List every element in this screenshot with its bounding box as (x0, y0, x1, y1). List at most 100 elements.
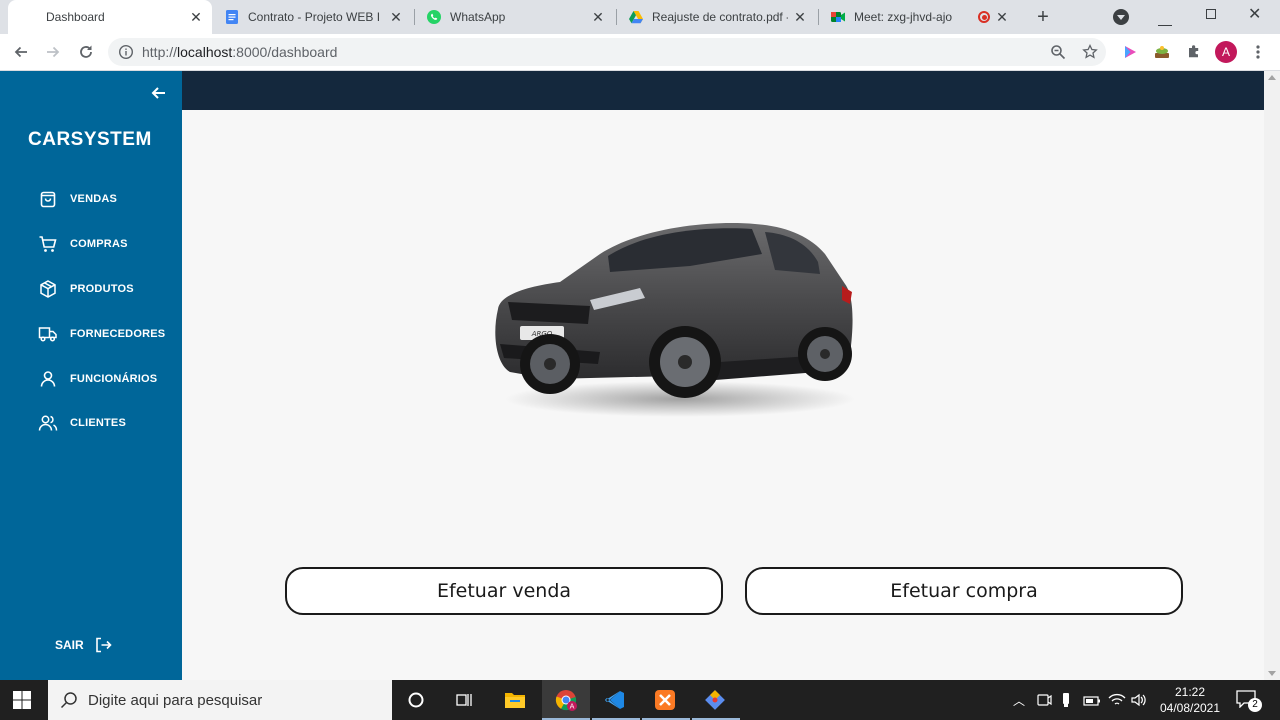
tab-separator (414, 9, 415, 25)
new-tab-button[interactable]: + (1033, 7, 1053, 27)
wifi-icon[interactable] (1108, 692, 1126, 708)
app-header-bar (182, 71, 1264, 110)
browser-toolbar: http://localhost:8000/dashboard A (0, 34, 1280, 71)
user-icon (40, 371, 56, 387)
search-icon (60, 692, 77, 709)
task-view-icon (456, 694, 472, 706)
sidebar-item-produtos[interactable]: PRODUTOS (38, 278, 134, 300)
window-close-button[interactable]: ✕ (1248, 4, 1261, 24)
close-icon[interactable]: ✕ (792, 9, 808, 25)
battery-icon[interactable] (1083, 692, 1101, 708)
cortana-button[interactable] (402, 686, 430, 714)
sidebar-item-label: PRODUTOS (70, 283, 134, 295)
shopping-cart-icon (39, 236, 57, 252)
address-bar[interactable]: http://localhost:8000/dashboard (108, 38, 1106, 66)
sidebar-item-compras[interactable]: COMPRAS (38, 233, 128, 255)
close-icon[interactable]: ✕ (590, 9, 606, 25)
close-icon[interactable]: ✕ (388, 9, 404, 25)
gitkraken-taskbar-button[interactable] (701, 686, 729, 714)
chrome-taskbar-button[interactable]: A (552, 686, 580, 714)
sidebar-item-clientes[interactable]: CLIENTES (38, 412, 126, 434)
tab-whatsapp[interactable]: WhatsApp ✕ (416, 0, 614, 34)
sidebar-item-funcionarios[interactable]: FUNCIONÁRIOS (38, 368, 157, 390)
sidebar-item-label: COMPRAS (70, 238, 128, 250)
google-docs-icon (226, 10, 238, 24)
sidebar-item-vendas[interactable]: VENDAS (38, 188, 117, 210)
users-icon (38, 415, 58, 431)
truck-icon (38, 327, 57, 342)
minimize-button[interactable] (1158, 6, 1172, 26)
usb-drive-icon[interactable] (1060, 692, 1072, 708)
page-scrollbar[interactable] (1264, 71, 1280, 680)
taskbar-search-placeholder: Digite aqui para pesquisar (88, 691, 263, 709)
folder-icon (505, 693, 525, 708)
back-button[interactable] (9, 40, 33, 64)
sell-button[interactable]: Efetuar venda (285, 567, 723, 615)
clock-date: 04/08/2021 (1159, 701, 1221, 715)
tab-contrato[interactable]: Contrato - Projeto WEB I - ✕ (214, 0, 412, 34)
taskbar: Digite aqui para pesquisar A ︿ 21:22 04/… (0, 680, 1280, 720)
extension-play-button[interactable] (1118, 40, 1142, 64)
sidebar-item-label: FORNECEDORES (70, 328, 166, 340)
extensions-button[interactable] (1182, 40, 1206, 64)
puzzle-icon (1189, 45, 1199, 58)
info-icon[interactable] (118, 44, 134, 60)
tray-overflow-chevron-icon[interactable]: ︿ (1013, 692, 1025, 709)
zoom-icon[interactable] (1050, 44, 1066, 60)
forward-button[interactable] (41, 40, 65, 64)
scroll-up-arrow-icon[interactable] (1268, 75, 1276, 80)
close-icon[interactable]: ✕ (188, 9, 204, 25)
scroll-down-arrow-icon[interactable] (1268, 671, 1276, 676)
recording-icon (978, 11, 990, 23)
sidebar: CARSYSTEM VENDAS COMPRAS PRODUTOS FORNEC… (0, 71, 182, 680)
star-icon[interactable] (1082, 44, 1098, 60)
logout-icon (95, 637, 112, 653)
extension-plant-button[interactable] (1150, 40, 1174, 64)
menu-button[interactable] (1246, 40, 1270, 64)
close-icon[interactable]: ✕ (994, 9, 1010, 25)
vscode-taskbar-button[interactable] (601, 686, 629, 714)
svg-text:A: A (570, 703, 575, 711)
tab-separator (818, 9, 819, 25)
xampp-taskbar-button[interactable] (651, 686, 679, 714)
clock-time: 21:22 (1174, 685, 1206, 699)
logout-button[interactable]: SAIR (55, 636, 112, 654)
shopping-bag-icon (40, 191, 56, 208)
tab-search-button[interactable] (1113, 9, 1129, 25)
play-extension-icon (1125, 46, 1136, 58)
sidebar-item-label: CLIENTES (70, 417, 126, 429)
browser-tab-strip: Dashboard ✕ Contrato - Projeto WEB I - ✕… (0, 0, 1280, 34)
tab-separator (616, 9, 617, 25)
volume-icon[interactable] (1130, 692, 1148, 708)
taskbar-search-box[interactable]: Digite aqui para pesquisar (48, 680, 392, 720)
file-explorer-button[interactable] (501, 686, 529, 714)
reload-icon (80, 45, 92, 58)
arrow-left-icon (14, 46, 27, 58)
url-text: http://localhost:8000/dashboard (142, 44, 338, 60)
blank-page-icon (22, 9, 38, 25)
tab-meet[interactable]: Meet: zxg-jhvd-ajo ✕ (820, 0, 1018, 34)
meet-tray-icon[interactable] (1036, 692, 1052, 708)
cortana-circle-icon (408, 692, 424, 708)
box-icon (40, 280, 56, 298)
system-clock[interactable]: 21:22 04/08/2021 (1150, 684, 1230, 716)
reload-button[interactable] (74, 40, 98, 64)
whatsapp-icon (427, 10, 441, 24)
git-icon (705, 690, 725, 710)
notifications-button[interactable]: 2 (1236, 690, 1262, 712)
sidebar-item-label: VENDAS (70, 193, 118, 205)
windows-start-icon[interactable] (12, 690, 32, 710)
brand-logo-text: CARSYSTEM (28, 129, 152, 150)
arrow-right-icon (47, 46, 60, 58)
tab-reajuste[interactable]: Reajuste de contrato.pdf - ✕ (618, 0, 816, 34)
tab-dashboard[interactable]: Dashboard ✕ (8, 0, 212, 34)
profile-avatar[interactable]: A (1215, 41, 1237, 63)
more-vertical-icon (1256, 45, 1260, 59)
vscode-icon (605, 691, 624, 709)
restore-button[interactable] (1206, 9, 1216, 19)
collapse-sidebar-arrow-icon[interactable] (150, 84, 168, 102)
task-view-button[interactable] (450, 686, 478, 714)
sidebar-item-fornecedores[interactable]: FORNECEDORES (38, 323, 165, 345)
sidebar-item-label: FUNCIONÁRIOS (70, 373, 158, 385)
buy-button[interactable]: Efetuar compra (745, 567, 1183, 615)
